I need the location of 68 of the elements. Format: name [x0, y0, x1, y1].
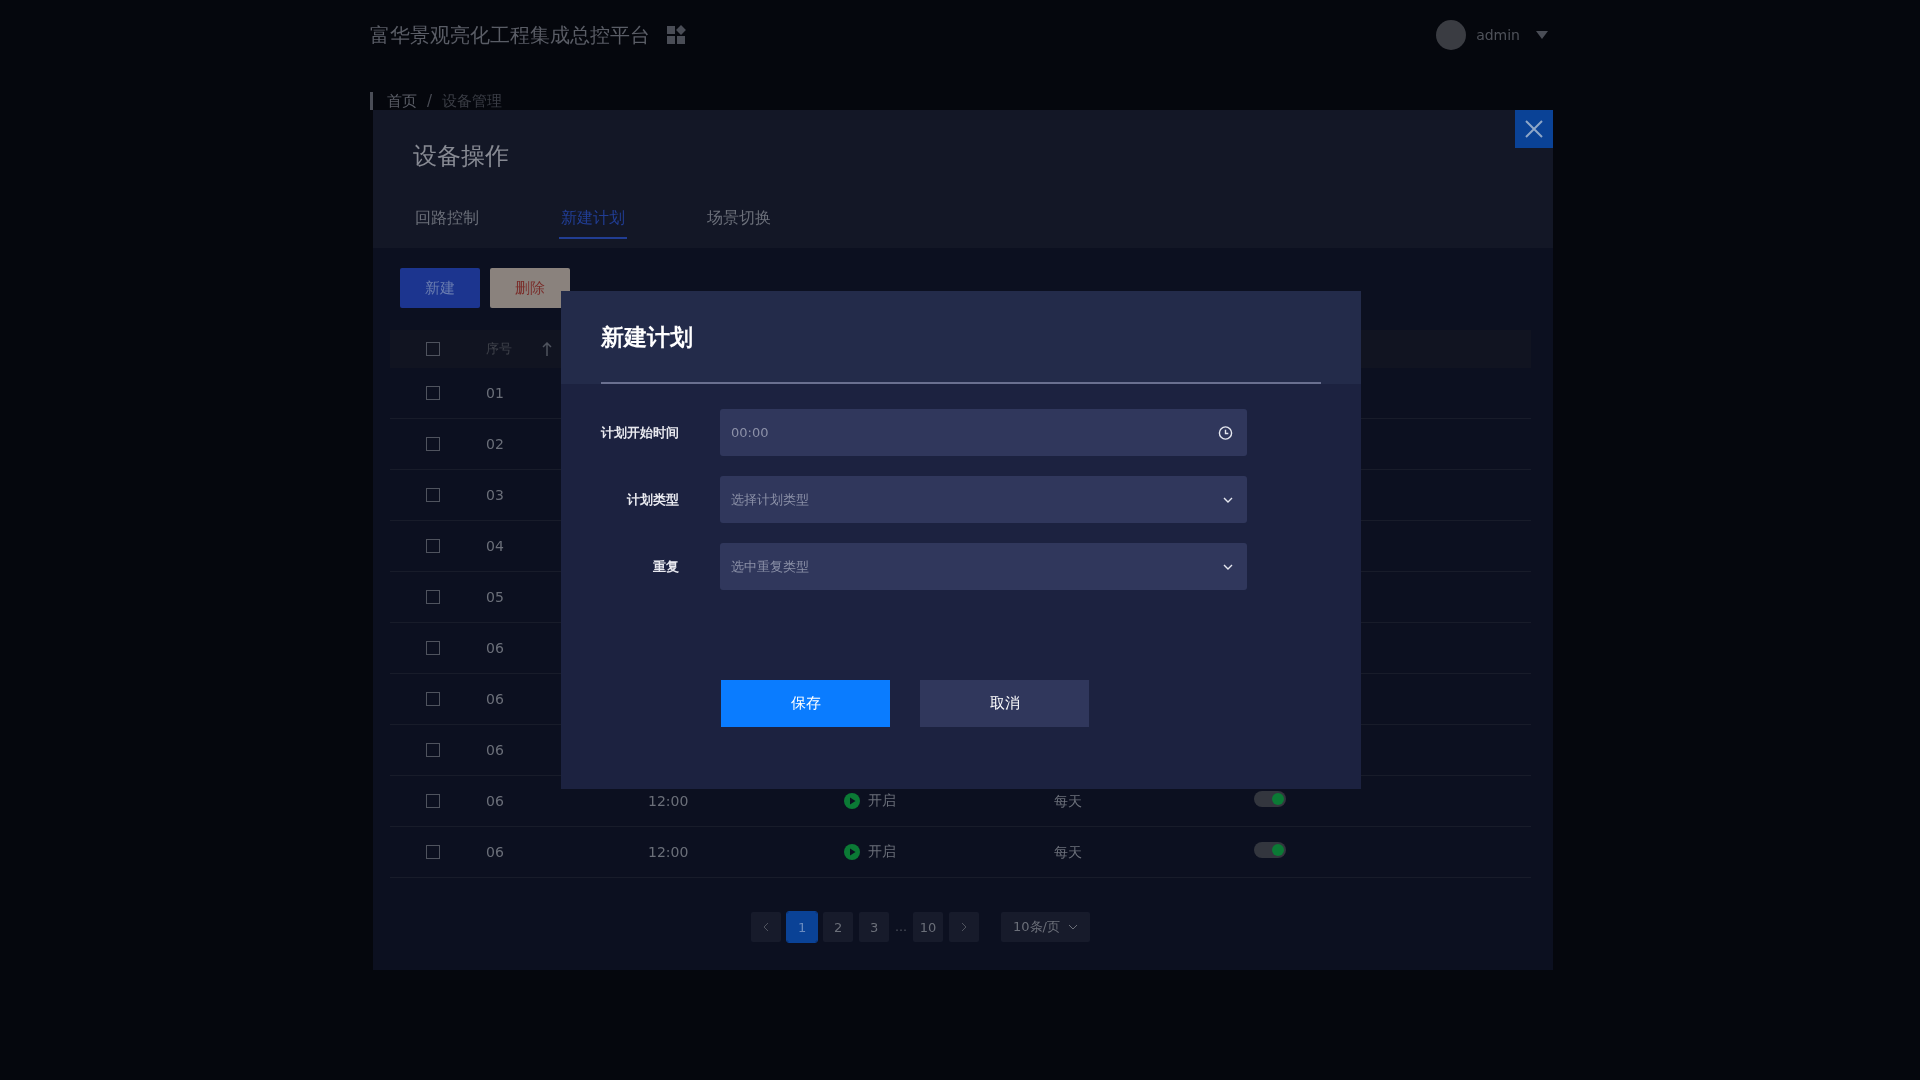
table-cell: 12:00	[648, 793, 689, 809]
page-button[interactable]: 10	[913, 912, 944, 942]
panel-title: 设备操作	[413, 141, 510, 172]
chevron-left-icon	[763, 922, 770, 932]
tab[interactable]: 场景切换	[705, 200, 773, 239]
table-cell: 每天	[1054, 793, 1082, 809]
user-name[interactable]: admin	[1476, 27, 1520, 43]
checkbox[interactable]	[426, 386, 440, 400]
table-cell: 01	[486, 385, 504, 401]
breadcrumb-separator: /	[427, 92, 433, 110]
save-button[interactable]: 保存	[721, 680, 890, 727]
chevron-down-icon	[1223, 563, 1233, 570]
table-cell: 02	[486, 436, 504, 452]
dialog-title: 新建计划	[601, 323, 693, 352]
checkbox[interactable]	[426, 539, 440, 553]
cancel-button[interactable]: 取消	[920, 680, 1089, 727]
table-cell: 06	[486, 793, 504, 809]
chevron-down-icon	[1223, 496, 1233, 503]
field-label: 计划类型	[626, 490, 679, 509]
checkbox[interactable]	[426, 641, 440, 655]
apps-icon[interactable]	[666, 25, 686, 45]
table-cell: 04	[486, 538, 504, 554]
close-button[interactable]	[1515, 110, 1553, 148]
checkbox[interactable]	[426, 437, 440, 451]
new-button[interactable]: 新建	[400, 268, 480, 308]
time-field[interactable]: 00:00	[720, 409, 1247, 456]
checkbox[interactable]	[426, 845, 440, 859]
tab[interactable]: 回路控制	[413, 200, 481, 239]
table-cell: 06	[486, 691, 504, 707]
delete-button[interactable]: 删除	[490, 268, 570, 308]
table-cell: 开启	[868, 792, 896, 810]
field-label: 计划开始时间	[600, 423, 679, 442]
table-cell: 开启	[868, 843, 896, 861]
table-cell: 05	[486, 589, 504, 605]
checkbox[interactable]	[426, 590, 440, 604]
page-button[interactable]: 1	[787, 912, 818, 942]
page-button[interactable]: 2	[823, 912, 854, 942]
table-cell: 03	[486, 487, 504, 503]
close-icon	[1525, 120, 1543, 138]
caret-icon[interactable]	[1536, 31, 1548, 39]
checkbox[interactable]	[426, 794, 440, 808]
chevron-down-icon	[1067, 924, 1078, 930]
play-icon	[844, 844, 860, 860]
tab[interactable]: 新建计划	[559, 200, 627, 239]
toggle-switch[interactable]	[1254, 842, 1286, 858]
select-field[interactable]: 选择计划类型	[720, 476, 1247, 523]
checkbox[interactable]	[426, 488, 440, 502]
avatar[interactable]	[1436, 20, 1467, 50]
ellipsis: …	[895, 920, 908, 934]
page-size-select[interactable]: 10条/页	[1001, 912, 1090, 942]
checkbox[interactable]	[426, 342, 440, 356]
app-title: 富华景观亮化工程集成总控平台	[370, 21, 650, 49]
table-cell: 每天	[1054, 844, 1082, 860]
table-cell: 06	[486, 844, 504, 860]
field-label: 重复	[652, 557, 679, 576]
table-cell: 06	[486, 742, 504, 758]
table-cell: 12:00	[648, 844, 689, 860]
clock-icon	[1218, 425, 1233, 440]
chevron-right-icon	[961, 922, 968, 932]
play-icon	[844, 793, 860, 809]
select-field[interactable]: 选中重复类型	[720, 543, 1247, 590]
page-button[interactable]: 3	[859, 912, 890, 942]
breadcrumb-item[interactable]: 首页	[387, 91, 417, 111]
table-cell: 06	[486, 640, 504, 656]
checkbox[interactable]	[426, 692, 440, 706]
toggle-switch[interactable]	[1254, 791, 1286, 807]
checkbox[interactable]	[426, 743, 440, 757]
sort-arrow-icon[interactable]	[542, 342, 552, 356]
